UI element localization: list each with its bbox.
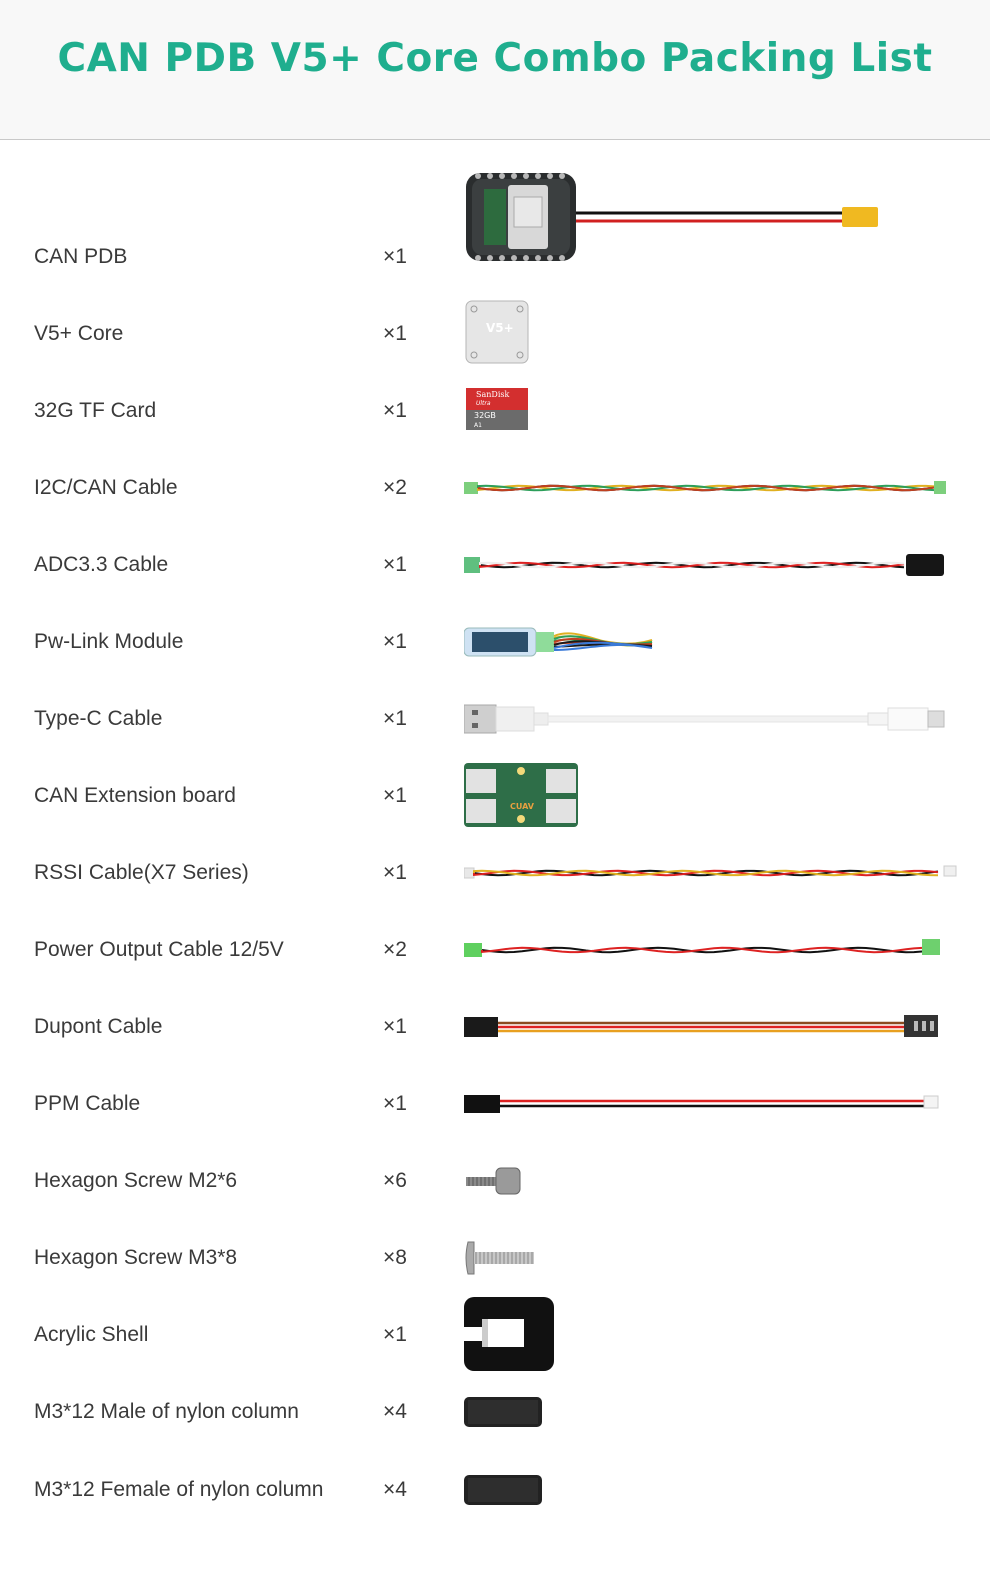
item-name: I2C/CAN Cable xyxy=(34,476,178,499)
item-quantity: ×1 xyxy=(383,630,407,653)
list-item: CAN PDB ×1 xyxy=(0,173,1000,277)
item-quantity: ×1 xyxy=(383,322,407,345)
item-quantity: ×6 xyxy=(383,1169,407,1192)
item-name: V5+ Core xyxy=(34,322,124,345)
list-item: M3*12 Female of nylon column ×4 xyxy=(0,1470,1000,1510)
ppm-cable-image xyxy=(464,1093,944,1115)
svg-text:A1: A1 xyxy=(474,422,482,429)
item-quantity: ×1 xyxy=(383,399,407,422)
rssi-cable-image xyxy=(464,862,959,884)
dupont-cable-image xyxy=(464,1013,944,1041)
item-name: PPM Cable xyxy=(34,1092,141,1115)
item-name: Hexagon Screw M2*6 xyxy=(34,1169,238,1192)
item-quantity: ×1 xyxy=(383,1015,407,1038)
item-name: Type-C Cable xyxy=(34,707,163,730)
item-quantity: ×1 xyxy=(383,1323,407,1346)
list-item: M3*12 Male of nylon column ×4 xyxy=(0,1392,1000,1432)
v5-core-module-image: V5+ xyxy=(464,299,534,369)
svg-text:Ultra: Ultra xyxy=(476,400,491,407)
item-quantity: ×4 xyxy=(383,1478,407,1501)
type-c-cable-image xyxy=(464,701,949,737)
list-item: ADC3.3 Cable ×1 xyxy=(0,545,1000,585)
item-quantity: ×1 xyxy=(383,707,407,730)
hex-screw-m3-image xyxy=(464,1239,536,1277)
item-name: Acrylic Shell xyxy=(34,1323,149,1346)
can-extension-board-image: CUAV xyxy=(464,763,580,829)
pw-link-module-image xyxy=(464,622,664,662)
list-item: Pw-Link Module ×1 xyxy=(0,622,1000,662)
i2c-can-cable-image xyxy=(464,478,949,498)
list-item: PPM Cable ×1 xyxy=(0,1084,1000,1124)
acrylic-shell-image xyxy=(464,1297,556,1373)
list-item: Dupont Cable ×1 xyxy=(0,1007,1000,1047)
item-name: ADC3.3 Cable xyxy=(34,553,169,576)
svg-text:CUAV: CUAV xyxy=(510,802,535,811)
item-name: M3*12 Female of nylon column xyxy=(34,1478,324,1501)
hex-screw-m2-image xyxy=(464,1163,524,1199)
item-name: 32G TF Card xyxy=(34,399,157,422)
list-item: Hexagon Screw M2*6 ×6 xyxy=(0,1161,1000,1201)
item-quantity: ×1 xyxy=(383,245,407,268)
power-output-cable-image xyxy=(464,937,944,963)
item-name: CAN PDB xyxy=(34,245,128,268)
list-item: 32G TF Card ×1 SanDisk Ultra 32GB A1 xyxy=(0,388,1000,431)
item-quantity: ×1 xyxy=(383,784,407,807)
nylon-column-male-image xyxy=(464,1395,544,1429)
svg-text:32GB: 32GB xyxy=(474,411,496,420)
pdb-board-with-xt60-image xyxy=(464,167,884,267)
list-item: Power Output Cable 12/5V ×2 xyxy=(0,930,1000,970)
sd-card-image: SanDisk Ultra 32GB A1 xyxy=(464,386,534,436)
v5-label: V5+ xyxy=(486,321,514,335)
list-item: Acrylic Shell ×1 xyxy=(0,1297,1000,1371)
item-quantity: ×1 xyxy=(383,1092,407,1115)
list-item: RSSI Cable(X7 Series) ×1 xyxy=(0,853,1000,893)
item-quantity: ×1 xyxy=(383,553,407,576)
item-name: M3*12 Male of nylon column xyxy=(34,1400,299,1423)
item-name: CAN Extension board xyxy=(34,784,236,807)
list-item: I2C/CAN Cable ×2 xyxy=(0,468,1000,508)
item-quantity: ×2 xyxy=(383,938,407,961)
item-quantity: ×1 xyxy=(383,861,407,884)
nylon-column-female-image xyxy=(464,1473,544,1507)
list-item: V5+ Core ×1 V5+ xyxy=(0,300,1000,364)
list-item: Hexagon Screw M3*8 ×8 xyxy=(0,1238,1000,1278)
item-quantity: ×4 xyxy=(383,1400,407,1423)
list-item: Type-C Cable ×1 xyxy=(0,699,1000,739)
item-name: Dupont Cable xyxy=(34,1015,163,1038)
adc-cable-image xyxy=(464,550,949,580)
list-item: CAN Extension board ×1 CUAV xyxy=(0,763,1000,827)
page-title: CAN PDB V5+ Core Combo Packing List xyxy=(57,36,933,81)
item-name: Power Output Cable 12/5V xyxy=(34,938,284,961)
header: CAN PDB V5+ Core Combo Packing List xyxy=(0,0,990,140)
item-quantity: ×8 xyxy=(383,1246,407,1269)
item-name: Hexagon Screw M3*8 xyxy=(34,1246,238,1269)
item-name: RSSI Cable(X7 Series) xyxy=(34,861,249,884)
item-quantity: ×2 xyxy=(383,476,407,499)
item-name: Pw-Link Module xyxy=(34,630,184,653)
svg-text:SanDisk: SanDisk xyxy=(476,390,509,399)
